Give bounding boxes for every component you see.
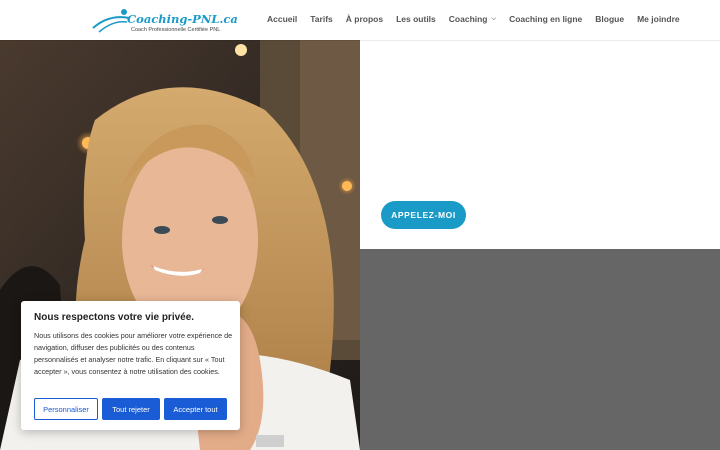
nav-item-coaching-en-ligne[interactable]: Coaching en ligne <box>509 14 582 24</box>
nav-item-les-outils[interactable]: Les outils <box>396 14 436 24</box>
cookie-banner-title: Nous respectons votre vie privée. <box>34 312 195 323</box>
nav-item-blogue[interactable]: Blogue <box>595 14 624 24</box>
cookie-banner-actions: Personnaliser Tout rejeter Accepter tout <box>34 398 227 420</box>
cookie-consent-banner: Nous respectons votre vie privée. Nous u… <box>21 301 240 430</box>
accept-all-button[interactable]: Accepter tout <box>164 398 227 420</box>
nav-item-coaching[interactable]: Coaching ⌵ <box>449 14 496 24</box>
nav-item-coaching-label: Coaching <box>448 14 488 24</box>
gray-section-panel <box>360 249 720 450</box>
chevron-down-icon: ⌵ <box>491 15 497 22</box>
nav-item-accueil[interactable]: Accueil <box>267 14 297 24</box>
logo-figure-icon <box>92 9 130 33</box>
logo-tagline: Coach Professionnelle Certifiée PNL <box>131 27 221 33</box>
nav-item-me-joindre[interactable]: Me joindre <box>637 14 680 24</box>
nav-item-a-propos[interactable]: À propos <box>346 14 383 24</box>
main-nav: Accueil Tarifs À propos Les outils Coach… <box>267 14 693 24</box>
reject-all-button[interactable]: Tout rejeter <box>102 398 160 420</box>
site-logo[interactable]: Coaching-PNL.ca Coach Professionnelle Ce… <box>91 6 238 36</box>
site-header: Coaching-PNL.ca Coach Professionnelle Ce… <box>0 0 720 40</box>
cookie-banner-text: Nous utilisons des cookies pour améliore… <box>34 331 233 376</box>
nav-item-tarifs[interactable]: Tarifs <box>310 14 333 24</box>
logo-text: Coaching-PNL.ca <box>127 12 238 26</box>
call-me-button[interactable]: APPELEZ-MOI <box>381 201 466 229</box>
customize-button[interactable]: Personnaliser <box>34 398 98 420</box>
